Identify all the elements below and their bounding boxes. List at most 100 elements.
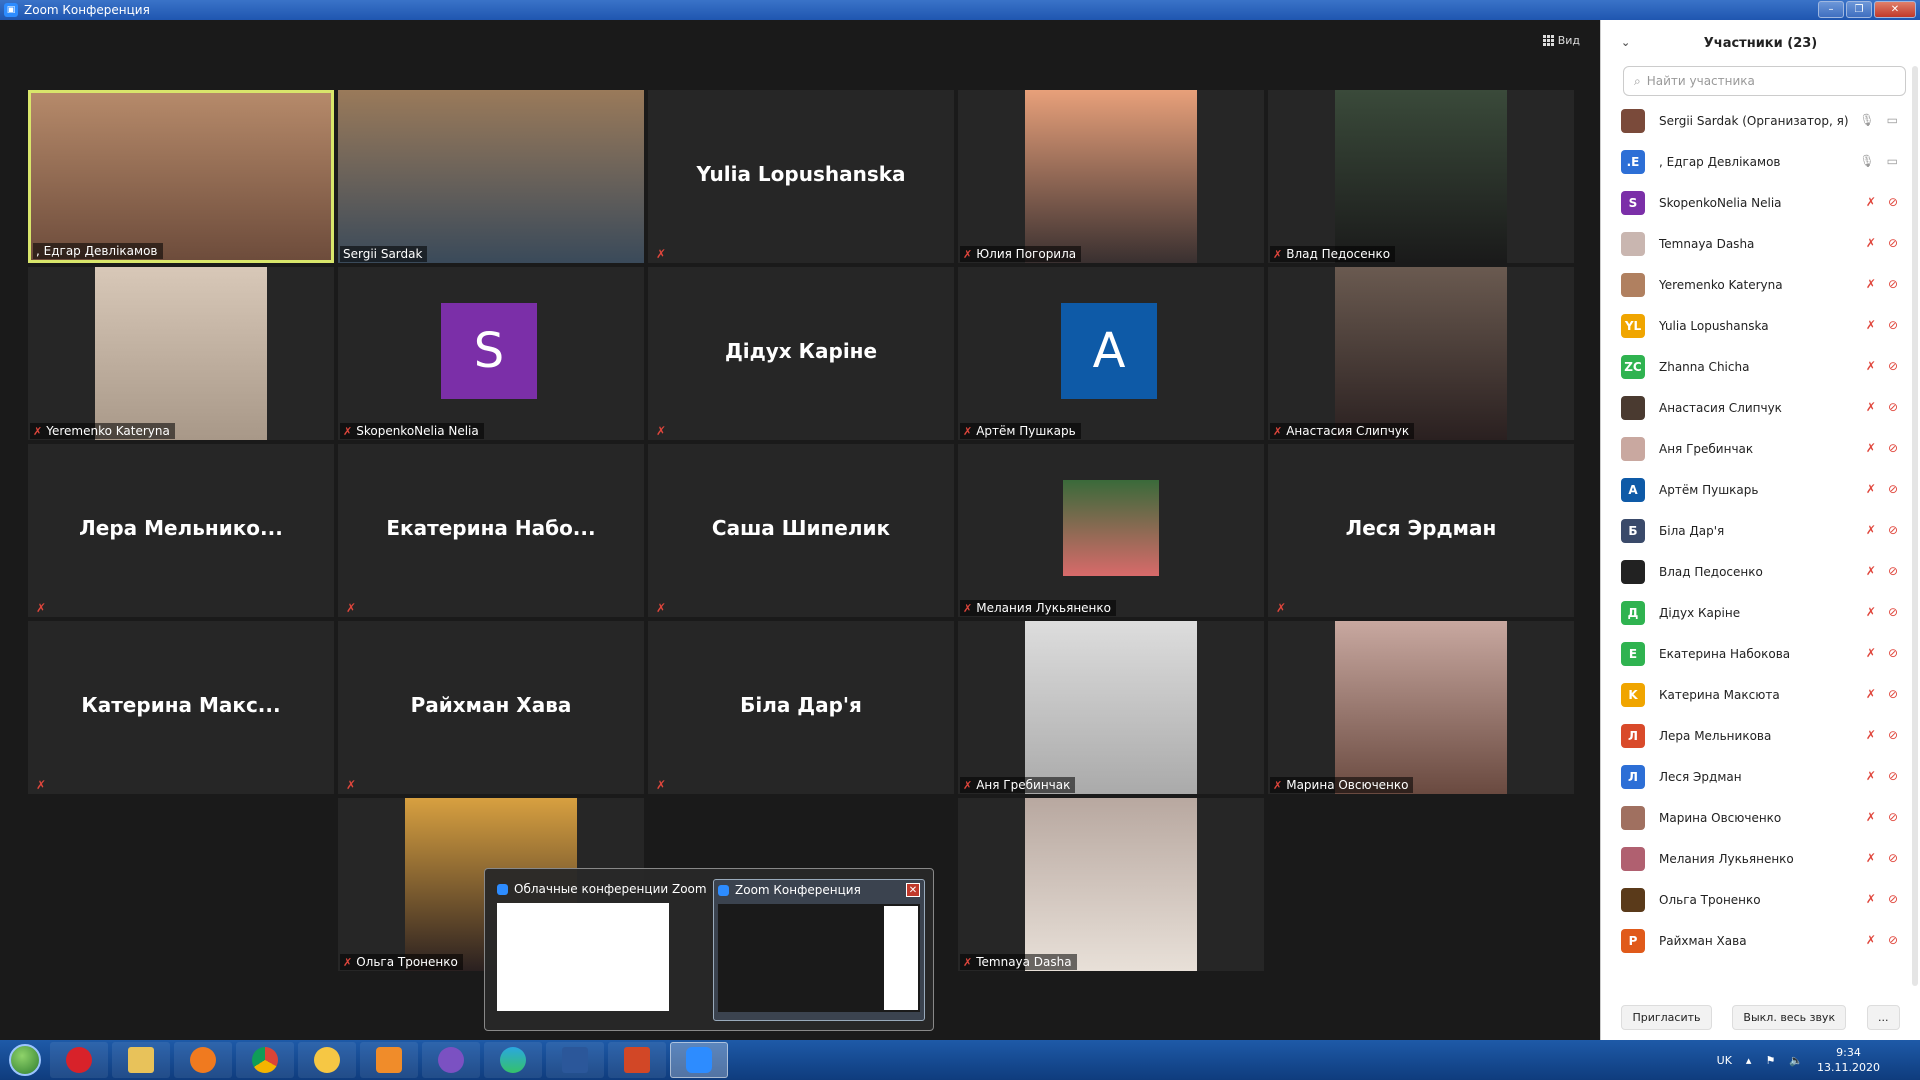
video-tile[interactable]: ✗ Мелания Лукьяненко — [958, 444, 1264, 617]
camera-off-icon[interactable]: ⊘ — [1888, 769, 1898, 783]
participant-row[interactable]: A Артём Пушкарь ✗ ⊘ — [1621, 469, 1920, 510]
language-indicator[interactable]: UK — [1717, 1054, 1732, 1067]
mic-muted-icon[interactable]: ✗ — [1866, 318, 1876, 332]
taskbar-chrome[interactable] — [236, 1042, 294, 1078]
participant-row[interactable]: Аня Гребинчак ✗ ⊘ — [1621, 428, 1920, 469]
minimize-button[interactable]: – — [1818, 1, 1844, 18]
chevron-down-icon[interactable]: ⌄ — [1621, 36, 1630, 49]
video-tile[interactable]: Yulia Lopushanska ✗ — [648, 90, 954, 263]
close-icon[interactable]: ✕ — [906, 883, 920, 897]
participant-row[interactable]: Мелания Лукьяненко ✗ ⊘ — [1621, 838, 1920, 879]
flag-icon[interactable]: ⚑ — [1765, 1054, 1775, 1067]
video-tile[interactable]: Дідух Каріне ✗ — [648, 267, 954, 440]
mic-muted-icon[interactable]: ✗ — [1866, 646, 1876, 660]
camera-off-icon[interactable]: ⊘ — [1888, 359, 1898, 373]
video-tile[interactable]: Катерина Макс... ✗ — [28, 621, 334, 794]
video-tile[interactable]: ✗ Юлия Погорила — [958, 90, 1264, 263]
taskbar-powerpoint[interactable] — [608, 1042, 666, 1078]
participant-row[interactable]: E Екатерина Набокова ✗ ⊘ — [1621, 633, 1920, 674]
mic-muted-icon[interactable]: ✗ — [1866, 605, 1876, 619]
taskbar-edge[interactable] — [484, 1042, 542, 1078]
video-tile[interactable]: ✗ Влад Педосенко — [1268, 90, 1574, 263]
mic-muted-icon[interactable]: ✗ — [1866, 851, 1876, 865]
mic-muted-icon[interactable]: ✗ — [1866, 359, 1876, 373]
restore-button[interactable]: ❐ — [1846, 1, 1872, 18]
video-tile[interactable]: A ✗ Артём Пушкарь — [958, 267, 1264, 440]
camera-off-icon[interactable]: ⊘ — [1888, 851, 1898, 865]
video-tile[interactable]: Екатерина Набо... ✗ — [338, 444, 644, 617]
video-tile[interactable]: Райхман Хава ✗ — [338, 621, 644, 794]
mic-muted-icon[interactable]: ✗ — [1866, 195, 1876, 209]
taskbar-media[interactable] — [360, 1042, 418, 1078]
camera-off-icon[interactable]: ⊘ — [1888, 646, 1898, 660]
taskbar-word[interactable] — [546, 1042, 604, 1078]
video-tile[interactable]: S ✗ SkopenkoNelia Nelia — [338, 267, 644, 440]
camera-off-icon[interactable]: ⊘ — [1888, 318, 1898, 332]
participant-row[interactable]: Анастасия Слипчук ✗ ⊘ — [1621, 387, 1920, 428]
participant-row[interactable]: P Райхман Хава ✗ ⊘ — [1621, 920, 1920, 961]
video-tile[interactable]: ✗ Yeremenko Kateryna — [28, 267, 334, 440]
camera-off-icon[interactable]: ⊘ — [1888, 933, 1898, 947]
start-button[interactable] — [0, 1040, 50, 1080]
taskbar-explorer[interactable] — [112, 1042, 170, 1078]
preview-window-2[interactable]: Zoom Конференция ✕ — [713, 879, 925, 1021]
video-tile[interactable]: Леся Эрдман ✗ — [1268, 444, 1574, 617]
camera-off-icon[interactable]: ⊘ — [1888, 400, 1898, 414]
participant-row[interactable]: ZC Zhanna Chicha ✗ ⊘ — [1621, 346, 1920, 387]
mic-muted-icon[interactable]: ✗ — [1866, 933, 1876, 947]
video-tile[interactable]: Sergii Sardak — [338, 90, 644, 263]
camera-icon[interactable]: ▭ — [1887, 113, 1898, 127]
participant-search-input[interactable]: ⌕ Найти участника — [1623, 66, 1906, 96]
participant-row[interactable]: Yeremenko Kateryna ✗ ⊘ — [1621, 264, 1920, 305]
mic-muted-icon[interactable]: ✗ — [1866, 728, 1876, 742]
taskbar-firefox[interactable] — [174, 1042, 232, 1078]
participant-row[interactable]: Sergii Sardak (Организатор, я) 🎙 ▭ — [1621, 100, 1920, 141]
clock[interactable]: 9:34 13.11.2020 — [1817, 1045, 1880, 1075]
taskbar-zoom[interactable] — [670, 1042, 728, 1078]
participant-row[interactable]: Влад Педосенко ✗ ⊘ — [1621, 551, 1920, 592]
video-tile[interactable]: Саша Шипелик ✗ — [648, 444, 954, 617]
mic-muted-icon[interactable]: ✗ — [1866, 236, 1876, 250]
mic-muted-icon[interactable]: ✗ — [1866, 892, 1876, 906]
camera-off-icon[interactable]: ⊘ — [1888, 687, 1898, 701]
camera-off-icon[interactable]: ⊘ — [1888, 892, 1898, 906]
camera-off-icon[interactable]: ⊘ — [1888, 482, 1898, 496]
participant-row[interactable]: Ольга Троненко ✗ ⊘ — [1621, 879, 1920, 920]
more-button[interactable]: ... — [1867, 1005, 1900, 1030]
volume-icon[interactable]: 🔈 — [1789, 1054, 1803, 1067]
camera-off-icon[interactable]: ⊘ — [1888, 728, 1898, 742]
camera-off-icon[interactable]: ⊘ — [1888, 236, 1898, 250]
video-tile[interactable]: ✗ Аня Гребинчак — [958, 621, 1264, 794]
mic-muted-icon[interactable]: ✗ — [1866, 810, 1876, 824]
participant-row[interactable]: Д Дідух Каріне ✗ ⊘ — [1621, 592, 1920, 633]
camera-off-icon[interactable]: ⊘ — [1888, 564, 1898, 578]
mic-muted-icon[interactable]: ✗ — [1866, 687, 1876, 701]
participant-row[interactable]: .E , Едгар Девлікамов 🎙 ▭ — [1621, 141, 1920, 182]
invite-button[interactable]: Пригласить — [1621, 1005, 1712, 1030]
mic-muted-icon[interactable]: ✗ — [1866, 441, 1876, 455]
participant-row[interactable]: YL Yulia Lopushanska ✗ ⊘ — [1621, 305, 1920, 346]
participant-row[interactable]: Марина Овсюченко ✗ ⊘ — [1621, 797, 1920, 838]
microphone-icon[interactable]: 🎙 — [1859, 154, 1874, 168]
scrollbar[interactable] — [1912, 66, 1918, 986]
participant-row[interactable]: Б Біла Дар'я ✗ ⊘ — [1621, 510, 1920, 551]
taskbar-opera[interactable] — [50, 1042, 108, 1078]
video-tile[interactable]: ✗ Анастасия Слипчук — [1268, 267, 1574, 440]
camera-off-icon[interactable]: ⊘ — [1888, 810, 1898, 824]
camera-icon[interactable]: ▭ — [1887, 154, 1898, 168]
close-button[interactable]: ✕ — [1874, 1, 1916, 18]
mic-muted-icon[interactable]: ✗ — [1866, 277, 1876, 291]
participant-row[interactable]: S SkopenkoNelia Nelia ✗ ⊘ — [1621, 182, 1920, 223]
camera-off-icon[interactable]: ⊘ — [1888, 441, 1898, 455]
camera-off-icon[interactable]: ⊘ — [1888, 523, 1898, 537]
video-tile[interactable]: , Едгар Девлікамов — [28, 90, 334, 263]
taskbar-yandex[interactable] — [298, 1042, 356, 1078]
mic-muted-icon[interactable]: ✗ — [1866, 564, 1876, 578]
mic-muted-icon[interactable]: ✗ — [1866, 769, 1876, 783]
camera-off-icon[interactable]: ⊘ — [1888, 277, 1898, 291]
participant-row[interactable]: K Катерина Максюта ✗ ⊘ — [1621, 674, 1920, 715]
video-tile[interactable]: Біла Дар'я ✗ — [648, 621, 954, 794]
chevron-up-icon[interactable]: ▴ — [1746, 1054, 1752, 1067]
microphone-icon[interactable]: 🎙 — [1859, 113, 1874, 127]
participant-row[interactable]: Л Леся Эрдман ✗ ⊘ — [1621, 756, 1920, 797]
